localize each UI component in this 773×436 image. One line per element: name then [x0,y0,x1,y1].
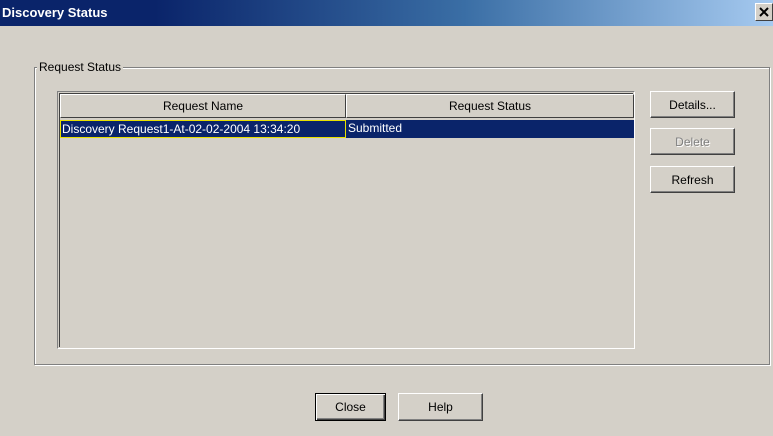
request-name-cell[interactable]: Discovery Request1-At-02-02-2004 13:34:2… [60,120,346,138]
request-table: Request Name Request Status Discovery Re… [57,91,635,349]
request-status-cell[interactable]: Submitted [347,120,634,138]
window-close-button[interactable] [755,3,773,21]
request-status-group-label: Request Status [37,60,124,74]
details-button[interactable]: Details... [650,91,735,118]
discovery-status-dialog: Discovery Status Request Status Request … [0,0,773,436]
refresh-button[interactable]: Refresh [650,166,735,193]
close-button[interactable]: Close [315,393,386,421]
delete-button[interactable]: Delete [650,128,735,155]
column-header-request-status[interactable]: Request Status [346,94,634,118]
table-row[interactable]: Discovery Request1-At-02-02-2004 13:34:2… [60,120,634,138]
title-bar[interactable]: Discovery Status [0,0,773,26]
window-title: Discovery Status [2,5,108,20]
close-icon [759,7,769,17]
help-button[interactable]: Help [398,393,483,421]
column-header-request-name[interactable]: Request Name [60,94,346,118]
